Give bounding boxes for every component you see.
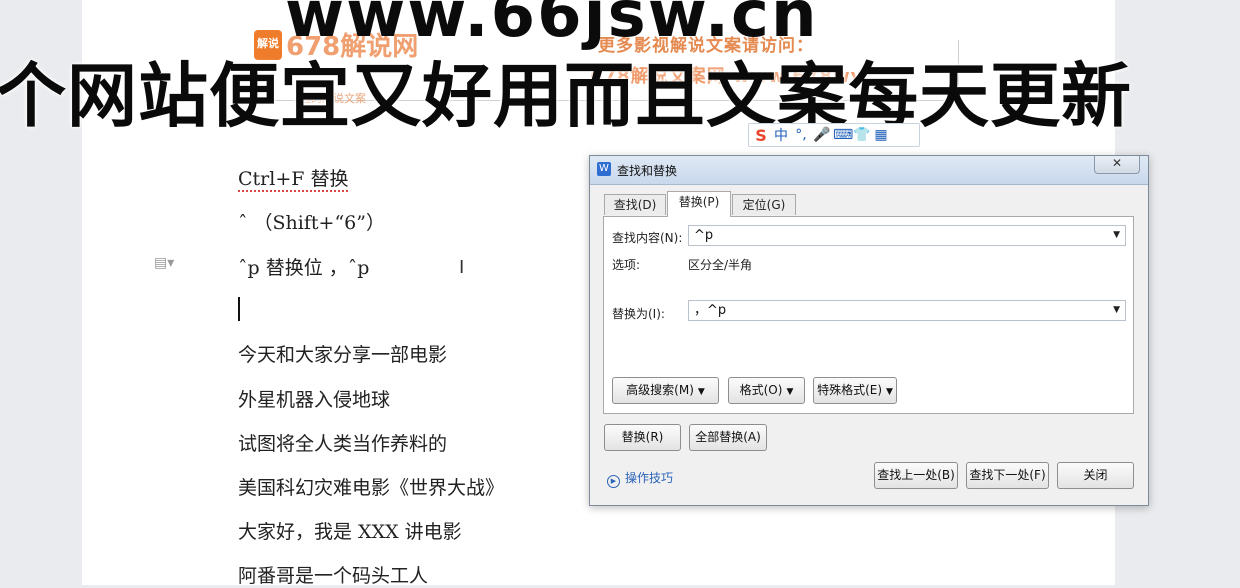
find-replace-dialog[interactable]: W 查找和替换 ✕ 查找(D) 替换(P) 定位(G) 查找内容(N): ^p … [589, 155, 1149, 506]
doc-line-9[interactable]: 阿番哥是一个码头工人 [238, 561, 428, 588]
ime-toolbar[interactable]: S 中 °, 🎤 ⌨ 👕 ▦ [748, 123, 920, 147]
chevron-down-icon[interactable]: ▼ [1113, 226, 1120, 245]
ibeam-cursor-icon: I [459, 257, 465, 278]
doc-line-3[interactable]: ˆp 替换位 ，ˆp [238, 253, 369, 280]
doc-line-5[interactable]: 外星机器入侵地球 [238, 385, 390, 412]
wps-app-icon: W [597, 162, 611, 176]
doc-line-2[interactable]: ˆ （Shift+“6”） [238, 208, 385, 235]
microphone-icon[interactable]: 🎤 [813, 127, 830, 143]
advanced-search-label: 高级搜索(M) [626, 383, 694, 397]
doc-line-4[interactable]: 今天和大家分享一部电影 [238, 340, 447, 367]
chinese-mode-icon[interactable]: 中 [773, 125, 789, 145]
doc-line-1[interactable]: Ctrl+F 替换 [238, 164, 349, 192]
keyboard-icon[interactable]: ⌨ [833, 127, 853, 143]
replace-label: 替换为(I): [612, 307, 665, 321]
punctuation-icon[interactable]: °, [793, 127, 809, 143]
advanced-search-button[interactable]: 高级搜索(M) ▼ [612, 377, 719, 404]
doc-line-6[interactable]: 试图将全人类当作养料的 [238, 429, 447, 456]
overlay-caption: 个网站便宜又好用而且文案每天更新 [0, 55, 1132, 137]
dialog-title: 查找和替换 [617, 164, 678, 178]
options-label: 选项: [612, 258, 641, 272]
replace-button[interactable]: 替换(R) [604, 424, 681, 451]
tab-replace[interactable]: 替换(P) [667, 191, 731, 217]
text-caret [238, 297, 240, 321]
special-format-button[interactable]: 特殊格式(E) ▼ [813, 377, 897, 404]
close-button[interactable]: 关闭 [1057, 462, 1134, 489]
doc-line-8[interactable]: 大家好，我是 XXX 讲电影 [238, 517, 462, 544]
double-chevron-icon: ▼ [697, 387, 705, 397]
chevron-down-icon: ▼ [786, 387, 794, 397]
chevron-down-icon[interactable]: ▼ [1113, 301, 1120, 320]
skin-icon[interactable]: 👕 [853, 127, 870, 143]
special-format-label: 特殊格式(E) [817, 383, 883, 397]
options-value: 区分全/半角 [688, 258, 753, 272]
replace-input[interactable]: ，^p ▼ [688, 300, 1126, 321]
find-input[interactable]: ^p ▼ [688, 225, 1126, 246]
play-circle-icon: ▶ [607, 475, 620, 488]
chevron-down-icon: ▼ [886, 387, 893, 397]
doc-line-7[interactable]: 美国科幻灾难电影《世界大战》 [238, 473, 504, 500]
doc-line-1-text: Ctrl+F 替换 [238, 168, 349, 192]
find-next-button[interactable]: 查找下一处(F) [966, 462, 1049, 489]
toolbox-icon[interactable]: ▦ [873, 127, 889, 143]
format-button[interactable]: 格式(O) ▼ [728, 377, 805, 404]
paragraph-menu-icon[interactable]: ▤▾ [154, 255, 174, 271]
tab-find[interactable]: 查找(D) [604, 194, 666, 215]
tips-label: 操作技巧 [625, 471, 674, 485]
sogou-logo-icon[interactable]: S [753, 126, 769, 145]
replace-input-value: ，^p [694, 303, 727, 318]
find-previous-button[interactable]: 查找上一处(B) [874, 462, 958, 489]
tab-goto[interactable]: 定位(G) [732, 194, 796, 215]
find-input-value: ^p [694, 228, 714, 243]
find-label: 查找内容(N): [612, 231, 683, 245]
replace-all-button[interactable]: 全部替换(A) [689, 424, 767, 451]
dialog-titlebar[interactable]: W 查找和替换 ✕ [590, 156, 1148, 185]
replace-tab-panel: 查找内容(N): ^p ▼ 选项: 区分全/半角 替换为(I): ，^p ▼ 高… [603, 216, 1134, 414]
close-icon[interactable]: ✕ [1094, 156, 1140, 174]
tips-link[interactable]: ▶ 操作技巧 [607, 469, 673, 488]
format-label: 格式(O) [739, 383, 783, 397]
